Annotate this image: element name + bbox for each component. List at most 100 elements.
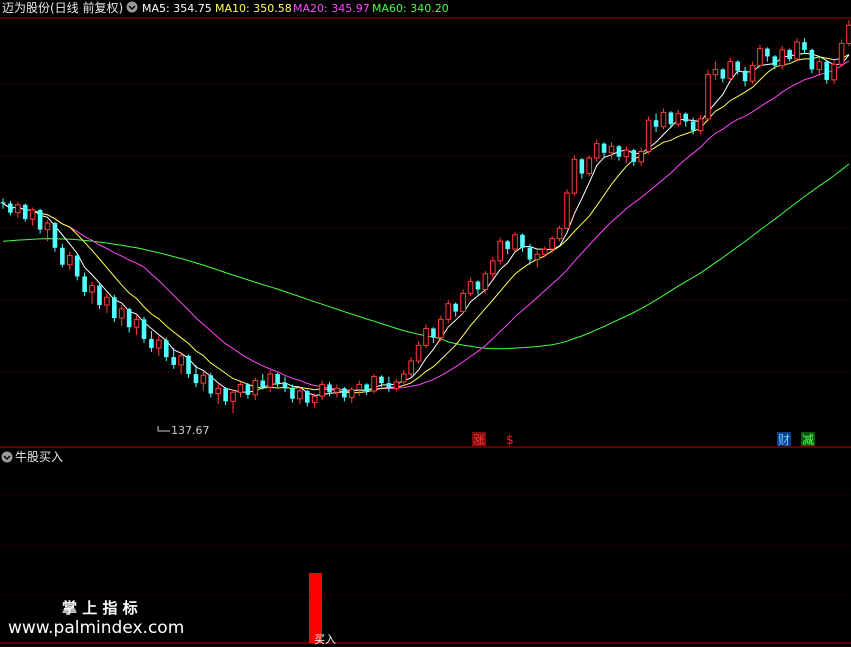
- candle-body: [616, 146, 622, 157]
- marker-jian[interactable]: 减: [802, 433, 814, 447]
- candle: [846, 20, 851, 47]
- candle-body: [112, 297, 117, 319]
- candle-body: [586, 157, 593, 175]
- candle-body: [809, 49, 815, 70]
- candle: [816, 57, 823, 76]
- candle-body: [593, 143, 600, 159]
- candle: [593, 139, 600, 162]
- candle: [653, 113, 659, 132]
- candle-body: [794, 41, 800, 60]
- marker-zhang[interactable]: 涨: [473, 432, 485, 447]
- candle-body: [304, 390, 310, 403]
- candle-body: [82, 276, 87, 293]
- candle: [631, 148, 637, 166]
- candle-body: [97, 285, 102, 306]
- candle: [579, 157, 585, 179]
- candle-body: [66, 255, 73, 266]
- chart-title: 迈为股份(日线 前复权): [2, 0, 123, 15]
- settings-circle-icon[interactable]: [126, 1, 138, 13]
- candle-body: [779, 49, 786, 67]
- sub-settings-icon[interactable]: [1, 451, 13, 463]
- watermark-url: www.palmindex.com: [8, 618, 184, 638]
- candle-body: [527, 247, 533, 260]
- candle: [149, 331, 154, 352]
- candle-body: [200, 374, 207, 384]
- candle: [200, 371, 207, 391]
- candle: [252, 377, 259, 401]
- candle-body: [223, 388, 228, 402]
- marker-dollar[interactable]: $: [506, 433, 514, 447]
- candle: [520, 233, 525, 252]
- candle: [60, 243, 65, 268]
- candle-body: [237, 383, 244, 393]
- candle-body: [22, 204, 28, 220]
- candle-body: [571, 158, 578, 194]
- candle: [453, 302, 458, 317]
- candle: [37, 208, 43, 234]
- candle-body: [327, 384, 332, 393]
- candle: [749, 61, 756, 84]
- candle-body: [400, 373, 407, 383]
- candle: [467, 277, 474, 296]
- candle-body: [601, 143, 607, 153]
- candle-body: [386, 383, 392, 389]
- candle: [787, 48, 792, 62]
- candle: [186, 354, 191, 378]
- candle-body: [342, 388, 347, 398]
- candle: [230, 389, 236, 414]
- candle-body: [749, 65, 756, 82]
- candle-body: [765, 48, 770, 57]
- candle-body: [631, 150, 637, 162]
- candle: [794, 38, 800, 62]
- candle-body: [438, 318, 444, 339]
- candle: [415, 341, 422, 364]
- candle-body: [260, 380, 266, 388]
- candle: [141, 316, 147, 343]
- candle-body: [267, 373, 273, 388]
- candle-body: [742, 70, 748, 82]
- candle-body: [319, 383, 325, 397]
- candle: [556, 225, 563, 242]
- candle: [319, 380, 325, 401]
- candle: [742, 66, 748, 87]
- candle: [534, 250, 541, 268]
- candle-body: [683, 113, 689, 122]
- candle-body: [579, 159, 585, 174]
- candle-body: [149, 338, 154, 348]
- candle-body: [156, 339, 162, 349]
- candle-body: [104, 296, 110, 306]
- candle-body: [126, 308, 132, 328]
- candle: [290, 384, 295, 403]
- candle: [245, 383, 251, 399]
- candle-body: [356, 383, 363, 391]
- low-marker-arrow: [157, 426, 170, 432]
- candle-body: [408, 360, 414, 375]
- candle: [348, 387, 355, 403]
- candle: [802, 38, 807, 54]
- ma10-label: MA10: 350.58: [215, 2, 292, 15]
- candle-body: [364, 384, 369, 391]
- candle-body: [311, 395, 318, 404]
- candle: [445, 299, 452, 324]
- candle-body: [171, 357, 176, 365]
- candle-body: [230, 391, 236, 402]
- marker-cai[interactable]: 财: [778, 433, 790, 447]
- candle-body: [460, 292, 466, 313]
- candle-body: [497, 240, 504, 262]
- candle-body: [89, 285, 95, 293]
- candle-body: [297, 390, 303, 400]
- candle-body: [623, 149, 630, 158]
- candle: [809, 48, 815, 74]
- candle-body: [712, 68, 719, 76]
- candle-body: [453, 303, 458, 312]
- candle-body: [482, 273, 489, 290]
- candle: [178, 351, 184, 375]
- candle-body: [379, 376, 384, 384]
- candle: [824, 60, 830, 84]
- candle-body: [44, 222, 51, 231]
- candle-body: [831, 63, 837, 81]
- candle-body: [133, 318, 140, 328]
- candle: [831, 60, 837, 84]
- candle: [423, 324, 429, 348]
- candle-body: [163, 340, 169, 358]
